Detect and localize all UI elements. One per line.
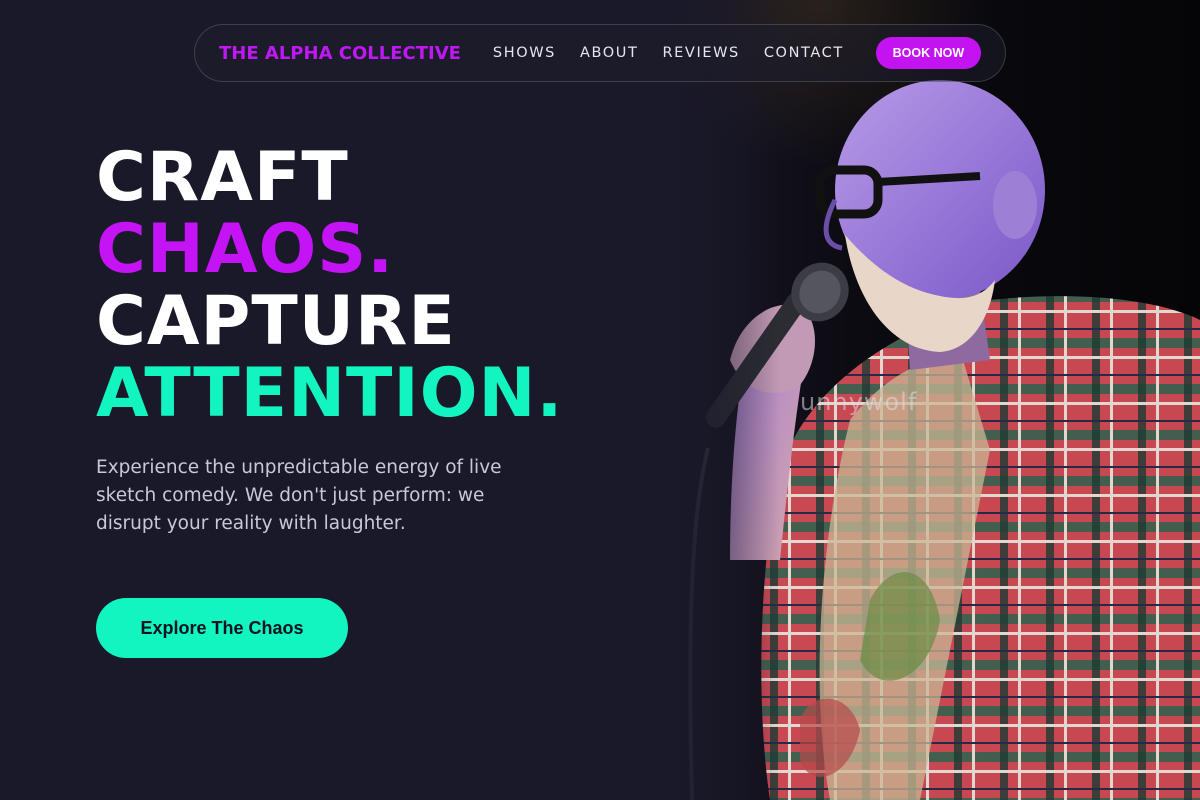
nav-link-shows[interactable]: SHOWS — [493, 45, 556, 61]
hero-image — [660, 0, 1200, 800]
headline-line-4: ATTENTION. — [96, 354, 564, 433]
nav-link-about[interactable]: ABOUT — [580, 45, 639, 61]
hero-headline: CRAFT CHAOS. CAPTURE ATTENTION. — [96, 142, 563, 430]
nav-links: SHOWS ABOUT REVIEWS CONTACT — [493, 45, 868, 61]
comedian-photo-illustration — [660, 0, 1200, 800]
nav-link-contact[interactable]: CONTACT — [764, 45, 844, 61]
headline-line-1: CRAFT — [96, 138, 349, 217]
nav-link-reviews[interactable]: REVIEWS — [662, 45, 739, 61]
explore-chaos-button[interactable]: Explore The Chaos — [96, 598, 348, 658]
top-navigation: THE ALPHA COLLECTIVE SHOWS ABOUT REVIEWS… — [194, 24, 1006, 82]
image-watermark: unnywolf — [800, 388, 918, 416]
brand-logo[interactable]: THE ALPHA COLLECTIVE — [219, 43, 461, 64]
headline-line-2: CHAOS. — [96, 210, 395, 289]
hero-description: Experience the unpredictable energy of l… — [96, 457, 502, 534]
book-now-button[interactable]: BOOK NOW — [875, 37, 981, 69]
headline-line-3: CAPTURE — [96, 282, 456, 361]
